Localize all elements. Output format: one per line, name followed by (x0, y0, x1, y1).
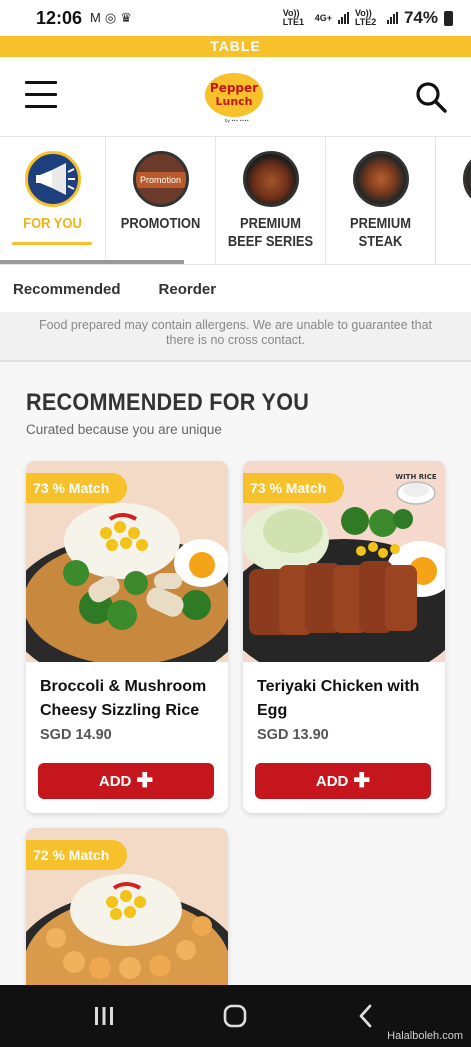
pepper-lunch-logo: Pepper Lunch by ••• •••• (205, 73, 263, 123)
category-label: PREMIUM STEAK (350, 215, 411, 250)
home-icon[interactable] (222, 1003, 248, 1029)
category-tabs: FOR YOU Promotion PROMOTION PREMIUM BEEF … (0, 137, 471, 265)
promotion-thumbnail: Promotion (132, 151, 189, 207)
allergen-notice: Food prepared may contain allergens. We … (0, 312, 471, 362)
match-badge: 73 % Match (243, 473, 345, 503)
sub-tabs: Recommended Reorder (0, 266, 471, 312)
signal-icon-2 (386, 12, 398, 24)
sim1-label: Vo)) LTE1 (282, 8, 305, 27)
subtab-recommended[interactable]: Recommended (0, 281, 134, 298)
category-tab-promotion[interactable]: Promotion PROMOTION (106, 137, 216, 264)
dish-name: Broccoli & Mushroom Cheesy Sizzling Rice (40, 678, 207, 719)
tabs-scroll-indicator (0, 260, 184, 264)
plus-icon: ✚ (136, 770, 154, 792)
category-tab-premium-steak[interactable]: PREMIUM STEAK (326, 137, 436, 264)
plus-icon: ✚ (353, 770, 371, 792)
steak-thumbnail (352, 151, 409, 207)
gmail-icon: M (90, 10, 101, 25)
subtab-reorder[interactable]: Reorder (146, 281, 230, 298)
status-time: 12:06 (36, 7, 83, 28)
with-rice-badge: WITH RICE (395, 473, 437, 505)
match-badge: 73 % Match (26, 473, 128, 503)
notification-icon: ♛ (120, 10, 132, 25)
status-bar: 12:06 M ◎ ♛ Vo)) LTE1 4G+ Vo)) LTE2 74% (0, 0, 471, 36)
app-header: Pepper Lunch by ••• •••• (0, 57, 471, 137)
menu-item-card[interactable]: WITH RICE 73 % Match Teriyaki Chicken wi… (243, 461, 445, 813)
section-subtitle: Curated because you are unique (26, 422, 222, 437)
category-tab-for-you[interactable]: FOR YOU (0, 137, 106, 264)
dish-price: SGD 13.90 (257, 727, 329, 743)
table-banner: TABLE (0, 36, 471, 57)
signal-icon (337, 12, 349, 24)
network-label: 4G+ (314, 13, 332, 23)
menu-item-card[interactable]: 73 % Match Broccoli & Mushroom Cheesy Si… (26, 461, 228, 813)
category-label: PROMOTION (120, 215, 201, 232)
battery-icon (444, 10, 453, 26)
sim2-label: Vo)) LTE2 (354, 8, 377, 27)
add-to-cart-button[interactable]: ADD ✚ (38, 763, 214, 799)
svg-text:Pepper: Pepper (210, 81, 258, 95)
svg-text:WITH RICE: WITH RICE (395, 473, 437, 481)
recommended-section: RECOMMENDED FOR YOU Curated because you … (0, 362, 471, 1028)
beef-series-thumbnail (242, 151, 299, 207)
back-icon[interactable] (356, 1003, 376, 1029)
add-to-cart-button[interactable]: ADD ✚ (255, 763, 431, 799)
svg-text:by ••• ••••: by ••• •••• (225, 118, 249, 123)
watermark: Halalboleh.com (387, 1030, 463, 1042)
category-tab-partial[interactable]: JACH (436, 137, 471, 264)
match-badge: 72 % Match (26, 840, 128, 870)
section-title: RECOMMENDED FOR YOU (26, 389, 310, 416)
active-tab-indicator (12, 242, 92, 245)
megaphone-icon (24, 151, 81, 207)
category-thumbnail (463, 151, 471, 207)
search-icon[interactable] (414, 80, 448, 114)
category-label: JACH (444, 215, 471, 251)
category-label: PREMIUM BEEF SERIES (227, 215, 314, 250)
battery-percent: 74% (403, 8, 438, 27)
sync-icon: ◎ (104, 10, 117, 25)
category-tab-premium-beef-series[interactable]: PREMIUM BEEF SERIES (216, 137, 326, 264)
dish-name: Teriyaki Chicken with Egg (257, 678, 420, 719)
dish-price: SGD 14.90 (40, 727, 112, 743)
hamburger-menu-icon[interactable] (25, 81, 57, 111)
recent-apps-icon[interactable] (92, 1003, 116, 1029)
category-label: FOR YOU (23, 215, 82, 232)
svg-text:Lunch: Lunch (215, 95, 252, 108)
